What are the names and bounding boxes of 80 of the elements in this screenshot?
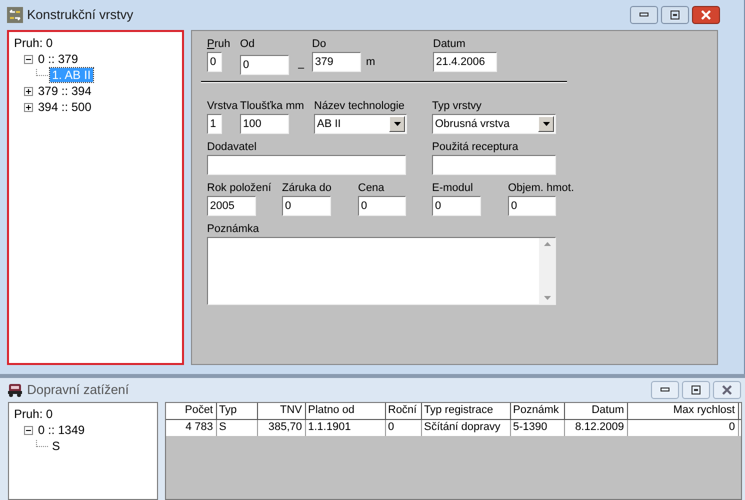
minimize-button[interactable] <box>651 381 679 399</box>
field-label: Objem. hmot. <box>508 181 574 196</box>
field-label: Cena <box>358 181 384 196</box>
table-cell: 1.1.1901 <box>306 420 386 436</box>
column-header[interactable]: Roční <box>386 403 422 419</box>
maximize-icon <box>691 385 701 395</box>
unit-label: m <box>366 54 376 70</box>
minimize-button[interactable] <box>630 6 658 24</box>
tree-item[interactable]: 0 :: 1349 <box>36 423 87 437</box>
window-title: Konstrukční vrstvy <box>27 6 134 24</box>
window-title: Dopravní zatížení <box>27 381 129 400</box>
table-cell: 8.12.2009 <box>565 420 628 436</box>
field-label: Název technologie <box>314 99 405 114</box>
column-header[interactable]: Počet <box>166 403 217 419</box>
input-field[interactable] <box>207 155 406 175</box>
input-field[interactable]: 0 <box>508 196 556 216</box>
tree-item[interactable]: Pruh: 0 <box>12 36 55 50</box>
field-label: Pruh <box>207 37 230 52</box>
close-button[interactable] <box>713 381 741 399</box>
collapse-toggle[interactable] <box>24 426 33 434</box>
input-field[interactable]: 0 <box>358 196 406 216</box>
input-field[interactable]: 379 <box>312 52 361 72</box>
expand-toggle[interactable] <box>24 86 33 96</box>
dropdown[interactable]: AB II <box>314 114 407 134</box>
input-field[interactable]: 0 <box>240 55 289 75</box>
minus-icon <box>26 428 31 432</box>
column-header[interactable]: Typ registrace <box>422 403 511 419</box>
field-label: Poznámka <box>207 222 259 237</box>
tree-item[interactable]: Pruh: 0 <box>12 407 55 421</box>
field-label: Rok položení <box>207 181 272 196</box>
dropdown[interactable]: Obrusná vrstva <box>432 114 556 134</box>
maximize-button[interactable] <box>661 6 689 24</box>
field-label: Tloušťka mm <box>240 99 304 114</box>
table-cell: 4 783 <box>166 420 217 436</box>
input-field[interactable]: 100 <box>240 114 289 134</box>
column-header[interactable]: Platno od <box>306 403 386 419</box>
table-cell: 5-1390 <box>511 420 565 436</box>
arrows-icon <box>7 7 23 23</box>
field-label: E-modul <box>432 181 473 196</box>
close-icon <box>722 385 732 395</box>
tree-item[interactable]: 379 :: 394 <box>36 84 94 98</box>
plus-icon <box>26 88 31 94</box>
close-icon <box>701 10 711 20</box>
field-label: Vrstva <box>207 99 238 114</box>
input-field[interactable]: 1 <box>207 114 222 134</box>
input-field[interactable]: 0 <box>207 52 222 72</box>
input-field[interactable]: 0 <box>282 196 331 216</box>
column-header[interactable]: Poznámk <box>511 403 565 419</box>
tree-item[interactable]: 394 :: 500 <box>36 100 94 114</box>
column-header[interactable]: Typ <box>217 403 258 419</box>
car-icon <box>7 382 23 398</box>
range-separator: – <box>298 61 304 76</box>
column-header[interactable]: Datum <box>565 403 628 419</box>
collapse-toggle[interactable] <box>24 54 33 64</box>
table-cell: 0 <box>386 420 422 436</box>
table-cell: 0 <box>628 420 739 436</box>
tree-item[interactable]: 0 :: 379 <box>36 52 80 66</box>
field-label: Datum <box>433 37 466 52</box>
minus-icon <box>26 56 31 62</box>
table-cell: Sčítání dopravy <box>422 420 511 436</box>
expand-toggle[interactable] <box>24 102 33 112</box>
field-label: Použitá receptura <box>432 140 518 155</box>
close-button[interactable] <box>692 6 720 24</box>
field-label: Od <box>240 37 255 52</box>
table-cell: 385,70 <box>258 420 306 436</box>
tree-item[interactable]: S <box>50 439 62 453</box>
field-label: Dodavatel <box>207 140 257 155</box>
field-label: Typ vrstvy <box>432 99 482 114</box>
maximize-icon <box>670 10 680 20</box>
input-field[interactable]: 2005 <box>207 196 256 216</box>
table-cell: S <box>217 420 258 436</box>
input-field[interactable] <box>432 155 556 175</box>
column-header[interactable]: Max rychlost <box>628 403 739 419</box>
input-field[interactable]: 21.4.2006 <box>433 52 497 72</box>
field-label: Záruka do <box>282 181 332 196</box>
field-label: Do <box>312 37 326 52</box>
input-field[interactable]: 0 <box>432 196 481 216</box>
plus-icon <box>26 104 31 110</box>
maximize-button[interactable] <box>682 381 710 399</box>
column-header[interactable]: TNV <box>258 403 306 419</box>
